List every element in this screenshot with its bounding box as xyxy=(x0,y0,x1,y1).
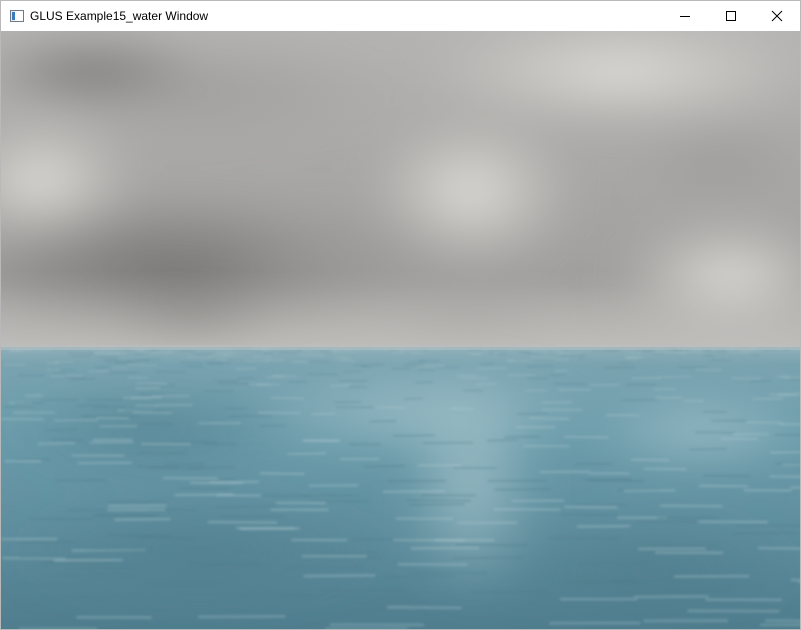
close-button[interactable] xyxy=(754,1,800,31)
maximize-button[interactable] xyxy=(708,1,754,31)
maximize-icon xyxy=(726,11,736,21)
window-controls xyxy=(662,1,800,31)
water-scene xyxy=(1,31,800,629)
window-title: GLUS Example15_water Window xyxy=(30,9,209,23)
title-bar[interactable]: GLUS Example15_water Window xyxy=(1,1,800,31)
minimize-button[interactable] xyxy=(662,1,708,31)
minimize-icon xyxy=(680,16,690,17)
render-viewport[interactable] xyxy=(1,31,800,629)
app-window: GLUS Example15_water Window xyxy=(0,0,801,630)
close-icon xyxy=(771,10,783,22)
app-window-icon[interactable] xyxy=(10,10,24,22)
